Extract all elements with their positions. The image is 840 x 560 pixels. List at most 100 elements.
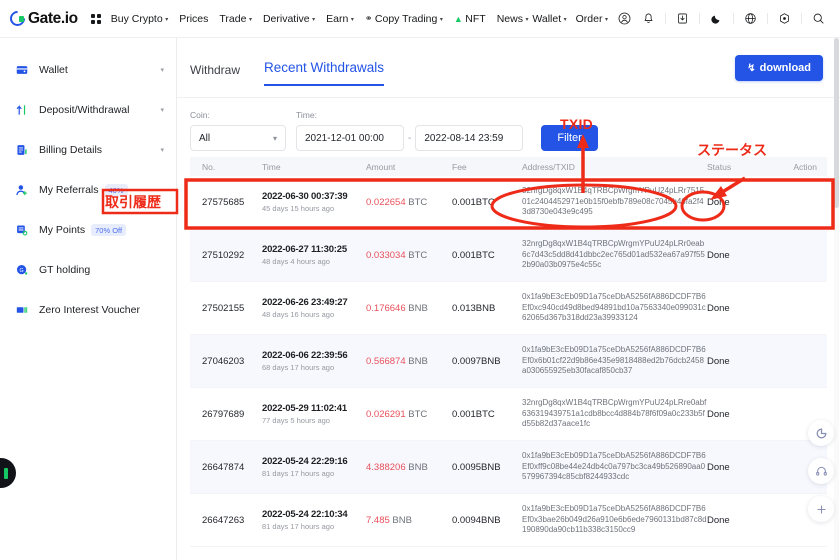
cell-amount: 0.566874 BNB bbox=[366, 356, 452, 367]
table-row[interactable]: 26647874 2022-05-24 22:29:16 81 days 17 ho… bbox=[190, 441, 827, 494]
cell-fee: 0.0097BNB bbox=[452, 355, 501, 367]
coin-filter-label: Coin: bbox=[190, 110, 210, 120]
gate-io-withdrawals-page: Gate.io Buy Crypto ▾ Prices Trade ▾ Deri… bbox=[0, 0, 840, 560]
cell-status: Done bbox=[707, 355, 730, 367]
cell-address-txid[interactable]: 32nrgDg8qxW1B4qTRBCpWrgmYPuU24pLRre0abf6… bbox=[522, 398, 707, 430]
nav-label: News bbox=[496, 12, 523, 25]
sidebar: Wallet ▾ Deposit/Withdrawal ▾ Billing De… bbox=[0, 38, 177, 560]
cell-status: Done bbox=[707, 461, 730, 473]
cell-time-relative: 48 days 16 hours ago bbox=[262, 310, 335, 319]
deposit-withdrawal-icon bbox=[14, 103, 30, 117]
cell-amount-value: 4.388206 bbox=[366, 461, 406, 473]
chevron-down-icon: ▾ bbox=[604, 16, 608, 23]
cell-no: 27502155 bbox=[202, 302, 245, 314]
cell-amount-currency: BNB bbox=[392, 514, 412, 526]
table-row[interactable]: 27575685 2022-06-30 00:37:39 45 days 15 ho… bbox=[190, 176, 827, 229]
cell-time-relative: 81 days 17 hours ago bbox=[262, 522, 335, 531]
tab-withdraw[interactable]: Withdraw bbox=[190, 63, 240, 86]
column-header-action: Action bbox=[793, 161, 817, 172]
filter-button[interactable]: Filter bbox=[541, 125, 598, 151]
date-to-input[interactable]: 2022-08-14 23:59 bbox=[415, 125, 524, 151]
sidebar-item-my-referrals[interactable]: My Referrals 40% bbox=[0, 170, 176, 210]
nav-item-copy-trading[interactable]: ⚭ Copy Trading ▾ bbox=[365, 13, 443, 25]
nav-item-wallet[interactable]: Wallet ▾ bbox=[532, 13, 566, 25]
cell-time-relative: 68 days 17 hours ago bbox=[262, 363, 335, 372]
table-body: 27575685 2022-06-30 00:37:39 45 days 15 ho… bbox=[190, 176, 827, 547]
plus-icon[interactable] bbox=[808, 496, 834, 522]
sidebar-item-zero-interest-voucher[interactable]: Zero Interest Voucher bbox=[0, 290, 176, 330]
apps-grid-icon[interactable] bbox=[90, 13, 101, 24]
gateio-logo[interactable]: Gate.io bbox=[6, 7, 78, 30]
sidebar-item-deposit-withdrawal[interactable]: Deposit/Withdrawal ▾ bbox=[0, 90, 176, 130]
cell-fee: 0.013BNB bbox=[452, 302, 496, 314]
nav-item-earn[interactable]: Earn ▾ bbox=[326, 13, 354, 25]
cell-address-txid[interactable]: 32nrgDg8qxW1B4qTRBCpWrgmYPuU24pLRr0eab6c… bbox=[522, 239, 707, 271]
headset-support-icon[interactable] bbox=[808, 458, 834, 484]
nav-item-nft[interactable]: ▲ NFT bbox=[454, 13, 486, 25]
cell-address-txid[interactable]: 0x1fa9bE3cEb09D1a75ceDbA5256fA886DCDF7B6… bbox=[522, 292, 707, 324]
sidebar-item-billing-details[interactable]: Billing Details ▾ bbox=[0, 130, 176, 170]
cell-fee: 0.001BTC bbox=[452, 196, 495, 208]
language-globe-icon[interactable] bbox=[743, 11, 758, 26]
cell-time-value: 2022-05-24 22:29:16 bbox=[262, 456, 348, 467]
voucher-icon bbox=[14, 303, 30, 317]
scrollbar-thumb[interactable] bbox=[834, 38, 839, 208]
cell-time: 2022-05-24 22:29:16 81 days 17 hours ago bbox=[262, 456, 366, 478]
sidebar-item-my-points[interactable]: My Points 70% Off bbox=[0, 210, 176, 250]
tab-recent-withdrawals[interactable]: Recent Withdrawals bbox=[264, 60, 385, 86]
cell-time-relative: 48 days 4 hours ago bbox=[262, 257, 330, 266]
cell-time: 2022-06-06 22:39:56 68 days 17 hours ago bbox=[262, 350, 366, 372]
table-row[interactable]: 27510292 2022-06-27 11:30:25 48 days 4 hou… bbox=[190, 229, 827, 282]
cell-amount: 0.026291 BTC bbox=[366, 409, 452, 420]
sidebar-item-label: My Points bbox=[39, 224, 86, 236]
cell-time-value: 2022-06-06 22:39:56 bbox=[262, 350, 348, 361]
refresh-icon[interactable] bbox=[808, 420, 834, 446]
top-navigation-bar: Gate.io Buy Crypto ▾ Prices Trade ▾ Deri… bbox=[0, 0, 840, 38]
nav-item-order[interactable]: Order ▾ bbox=[576, 13, 608, 25]
column-header-amount: Amount bbox=[366, 161, 396, 172]
date-range-separator: - bbox=[408, 132, 412, 144]
sidebar-item-wallet[interactable]: Wallet ▾ bbox=[0, 50, 176, 90]
page-scrollbar[interactable] bbox=[834, 38, 839, 560]
coin-select[interactable]: All ▾ bbox=[190, 125, 286, 151]
cell-status: Done bbox=[707, 302, 730, 314]
dark-mode-icon[interactable] bbox=[709, 11, 724, 26]
referrals-icon bbox=[14, 183, 30, 197]
cell-address-txid[interactable]: 32nrgDg8qxW1B4qTRBCpWrgmYPuU24pLRr751501… bbox=[522, 186, 707, 218]
chevron-down-icon: ▾ bbox=[525, 16, 529, 23]
sidebar-item-label: GT holding bbox=[39, 264, 91, 276]
cell-fee: 0.0094BNB bbox=[452, 514, 501, 526]
download-box-icon[interactable] bbox=[675, 11, 690, 26]
nav-item-buy-crypto[interactable]: Buy Crypto ▾ bbox=[111, 13, 168, 25]
time-filter-label: Time: bbox=[296, 110, 317, 120]
sidebar-item-gt-holding[interactable]: G GT holding bbox=[0, 250, 176, 290]
bell-icon[interactable] bbox=[641, 11, 656, 26]
search-icon[interactable] bbox=[811, 11, 826, 26]
nav-label: Wallet bbox=[532, 12, 562, 25]
cell-address-txid[interactable]: 0x1fa9bE3cEb09D1a75ceDbA5256fA886DCDF7B6… bbox=[522, 504, 707, 536]
cell-no: 26647874 bbox=[202, 461, 245, 473]
table-row[interactable]: 27046203 2022-06-06 22:39:56 68 days 17 ho… bbox=[190, 335, 827, 388]
nav-label: Derivative bbox=[262, 12, 310, 25]
chevron-down-icon: ▾ bbox=[160, 107, 164, 114]
top-nav-right-cluster: Wallet ▾ Order ▾ bbox=[532, 11, 834, 26]
nav-item-derivative[interactable]: Derivative ▾ bbox=[263, 13, 315, 25]
date-from-input[interactable]: 2021-12-01 00:00 bbox=[296, 125, 404, 151]
cell-time: 2022-05-24 22:10:34 81 days 17 hours ago bbox=[262, 509, 366, 531]
nav-item-news[interactable]: News ▾ bbox=[497, 13, 529, 25]
cell-amount-value: 0.033034 bbox=[366, 249, 406, 261]
table-row[interactable]: 27502155 2022-06-26 23:49:27 48 days 16 ho… bbox=[190, 282, 827, 335]
download-button[interactable]: ↯ download bbox=[735, 55, 823, 81]
time-filter-group: Time: 2021-12-01 00:00 - 2022-08-14 23:5… bbox=[296, 110, 524, 151]
nav-item-trade[interactable]: Trade ▾ bbox=[219, 13, 252, 25]
divider bbox=[801, 13, 802, 24]
cell-address-txid[interactable]: 0x1fa9bE3cEb09D1a75ceDbA5256fA886DCDF7B6… bbox=[522, 345, 707, 377]
cell-address-txid[interactable]: 0x1fa9bE3cEb09D1a75ceDbA5256fA886DCDF7B6… bbox=[522, 451, 707, 483]
nav-item-prices[interactable]: Prices bbox=[179, 13, 208, 25]
chevron-down-icon: ▾ bbox=[439, 16, 443, 23]
settings-icon[interactable] bbox=[777, 11, 792, 26]
table-row[interactable]: 26797689 2022-05-29 11:02:41 77 days 5 hou… bbox=[190, 388, 827, 441]
nav-label: Prices bbox=[179, 12, 209, 25]
table-row[interactable]: 26647263 2022-05-24 22:10:34 81 days 17 ho… bbox=[190, 494, 827, 547]
user-icon[interactable] bbox=[617, 11, 632, 26]
